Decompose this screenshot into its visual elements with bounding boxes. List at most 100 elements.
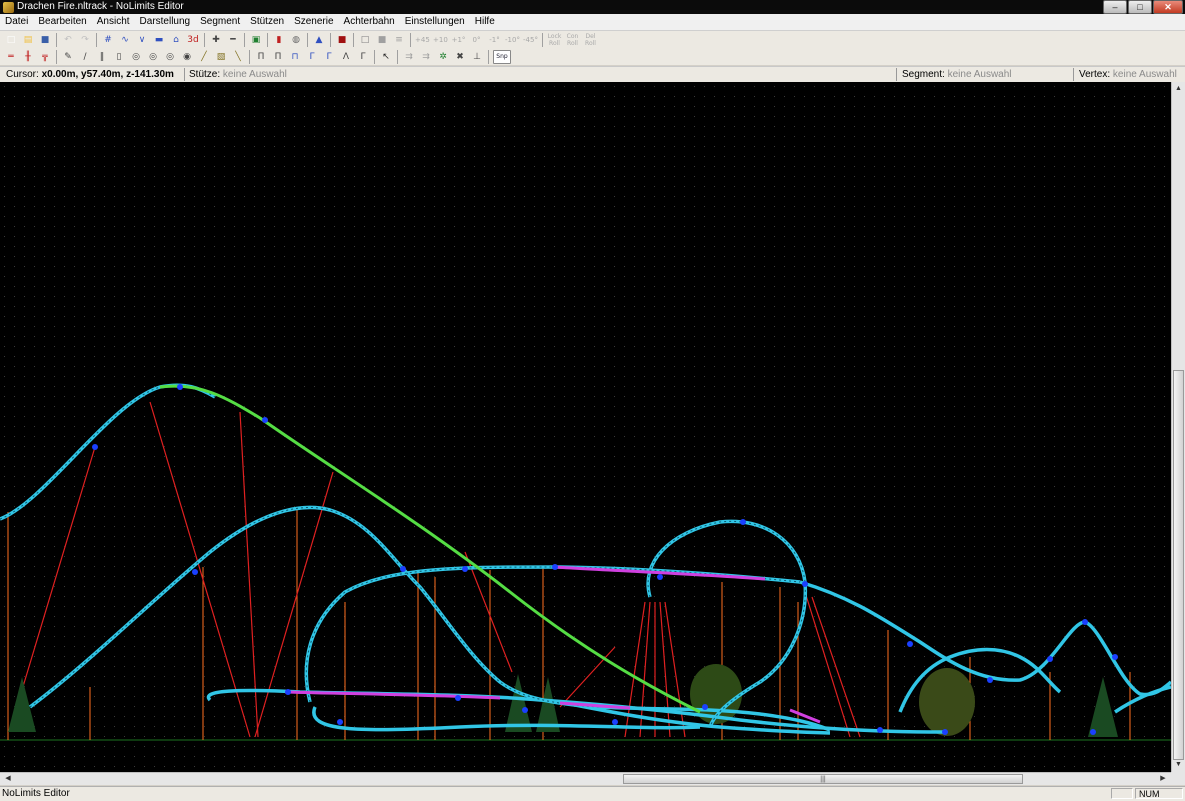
pitch-angle-button[interactable]: -45° — [523, 33, 538, 47]
support-d-icon[interactable]: Γ — [305, 50, 319, 64]
block-icon[interactable]: ▧ — [214, 50, 228, 64]
menu-szenerie[interactable]: Szenerie — [289, 14, 338, 30]
vertical-scroll-thumb[interactable] — [1173, 370, 1184, 760]
vertex-node[interactable] — [177, 384, 183, 390]
minimize-button[interactable]: – — [1103, 0, 1127, 14]
vertex-node[interactable] — [522, 707, 528, 713]
support-f-icon[interactable]: Λ — [339, 50, 353, 64]
view-3d-icon[interactable]: 3d — [186, 33, 200, 47]
vertex-node[interactable] — [657, 574, 663, 580]
roll-button[interactable]: Lock Roll — [547, 33, 562, 47]
menu-achterbahn[interactable]: Achterbahn — [339, 14, 400, 30]
box-icon[interactable]: ■ — [375, 33, 389, 47]
vertex-node[interactable] — [192, 569, 198, 575]
menu-stuetzen[interactable]: Stützen — [245, 14, 289, 30]
cylinder-a-icon[interactable]: ◎ — [129, 50, 143, 64]
add-green-icon[interactable]: ✲ — [436, 50, 450, 64]
vertex-node[interactable] — [942, 729, 948, 735]
pitch-angle-button[interactable]: +10° — [433, 33, 448, 47]
support-a-icon[interactable]: Π — [254, 50, 268, 64]
support-b-icon[interactable]: Π — [271, 50, 285, 64]
vertex-node[interactable] — [612, 719, 618, 725]
vertex-node[interactable] — [987, 677, 993, 683]
add-cross-icon[interactable]: ✖ — [453, 50, 467, 64]
scroll-right-icon[interactable]: ▶ — [1157, 773, 1169, 785]
scroll-left-icon[interactable]: ◀ — [2, 773, 14, 785]
vertex-node[interactable] — [92, 444, 98, 450]
pillar-thin-icon[interactable]: ‖ — [95, 50, 109, 64]
menu-einstellungen[interactable]: Einstellungen — [400, 14, 470, 30]
menu-segment[interactable]: Segment — [195, 14, 245, 30]
window-icon[interactable]: □ — [358, 33, 372, 47]
track-canvas[interactable] — [0, 82, 1171, 772]
menu-bearbeiten[interactable]: Bearbeiten — [33, 14, 91, 30]
roll-button[interactable]: Del Roll — [583, 33, 598, 47]
undo-icon[interactable]: ↶ — [61, 33, 75, 47]
vertex-node[interactable] — [262, 417, 268, 423]
support-g-icon[interactable]: Γ — [356, 50, 370, 64]
vertex-node[interactable] — [552, 564, 558, 570]
render-icon[interactable]: ▣ — [249, 33, 263, 47]
pitch-angle-button[interactable]: 0° — [469, 33, 484, 47]
add-node-icon[interactable]: ⇉ — [402, 50, 416, 64]
vertex-node[interactable] — [1112, 654, 1118, 660]
add-vertex-icon[interactable]: ✚ — [209, 33, 223, 47]
track-piece-icon[interactable]: ═ — [4, 50, 18, 64]
join-segment-icon[interactable]: ╦ — [38, 50, 52, 64]
vertex-node[interactable] — [877, 727, 883, 733]
grid-icon[interactable]: # — [101, 33, 115, 47]
roll-button[interactable]: Con Roll — [565, 33, 580, 47]
cylinder-c-icon[interactable]: ◎ — [163, 50, 177, 64]
beam-icon[interactable]: ╲ — [231, 50, 245, 64]
record-icon[interactable]: ■ — [335, 33, 349, 47]
redo-icon[interactable]: ↷ — [78, 33, 92, 47]
menu-darstellung[interactable]: Darstellung — [135, 14, 196, 30]
vertical-scrollbar[interactable]: ▲ ▼ — [1171, 82, 1185, 772]
close-button[interactable]: ✕ — [1153, 0, 1183, 14]
split-segment-icon[interactable]: ╫ — [21, 50, 35, 64]
support-e-icon[interactable]: Γ — [322, 50, 336, 64]
pitch-angle-button[interactable]: -10° — [505, 33, 520, 47]
editor-viewport[interactable] — [0, 82, 1171, 772]
align-icon[interactable]: ≡ — [392, 33, 406, 47]
coaster-app-icon[interactable] — [3, 1, 14, 13]
menu-ansicht[interactable]: Ansicht — [92, 14, 135, 30]
vertex-node[interactable] — [907, 641, 913, 647]
save-disk-icon[interactable]: ■ — [38, 33, 52, 47]
vertex-node[interactable] — [702, 704, 708, 710]
vertex-node[interactable] — [1090, 729, 1096, 735]
vertex-node[interactable] — [400, 566, 406, 572]
menu-datei[interactable]: Datei — [0, 14, 33, 30]
pitch-angle-button[interactable]: -1° — [487, 33, 502, 47]
pitch-angle-button[interactable]: +1° — [451, 33, 466, 47]
globe-icon[interactable]: ◍ — [289, 33, 303, 47]
new-file-icon[interactable]: □ — [4, 33, 18, 47]
support-c-icon[interactable]: ⊓ — [288, 50, 302, 64]
track-wave-icon[interactable]: ∿ — [118, 33, 132, 47]
vertex-node[interactable] — [802, 581, 808, 587]
scroll-up-icon[interactable]: ▲ — [1172, 84, 1185, 94]
select-arrow-icon[interactable]: ↖ — [379, 50, 393, 64]
support-tower-icon[interactable]: ▲ — [312, 33, 326, 47]
horizontal-scrollbar[interactable]: ◀ ||| ▶ — [0, 772, 1171, 785]
vertex-node[interactable] — [285, 689, 291, 695]
train-icon[interactable]: ▬ — [152, 33, 166, 47]
pillar-icon[interactable]: ▯ — [112, 50, 126, 64]
add-free-node-icon[interactable]: ⇉ — [419, 50, 433, 64]
vertex-node[interactable] — [455, 695, 461, 701]
vertex-node[interactable] — [462, 566, 468, 572]
track-dip-icon[interactable]: ∨ — [135, 33, 149, 47]
snap-toggle-button[interactable]: Snp — [493, 49, 511, 64]
remove-vertex-icon[interactable]: ━ — [226, 33, 240, 47]
footer-icon[interactable]: ◉ — [180, 50, 194, 64]
open-folder-icon[interactable]: ▤ — [21, 33, 35, 47]
cylinder-b-icon[interactable]: ◎ — [146, 50, 160, 64]
station-icon[interactable]: ⌂ — [169, 33, 183, 47]
vertex-node[interactable] — [1047, 656, 1053, 662]
vertex-node[interactable] — [740, 519, 746, 525]
pencil-icon[interactable]: ✎ — [61, 50, 75, 64]
menu-hilfe[interactable]: Hilfe — [470, 14, 500, 30]
ruler-icon[interactable]: ∕ — [78, 50, 92, 64]
scroll-down-icon[interactable]: ▼ — [1172, 760, 1185, 770]
vertex-node[interactable] — [337, 719, 343, 725]
